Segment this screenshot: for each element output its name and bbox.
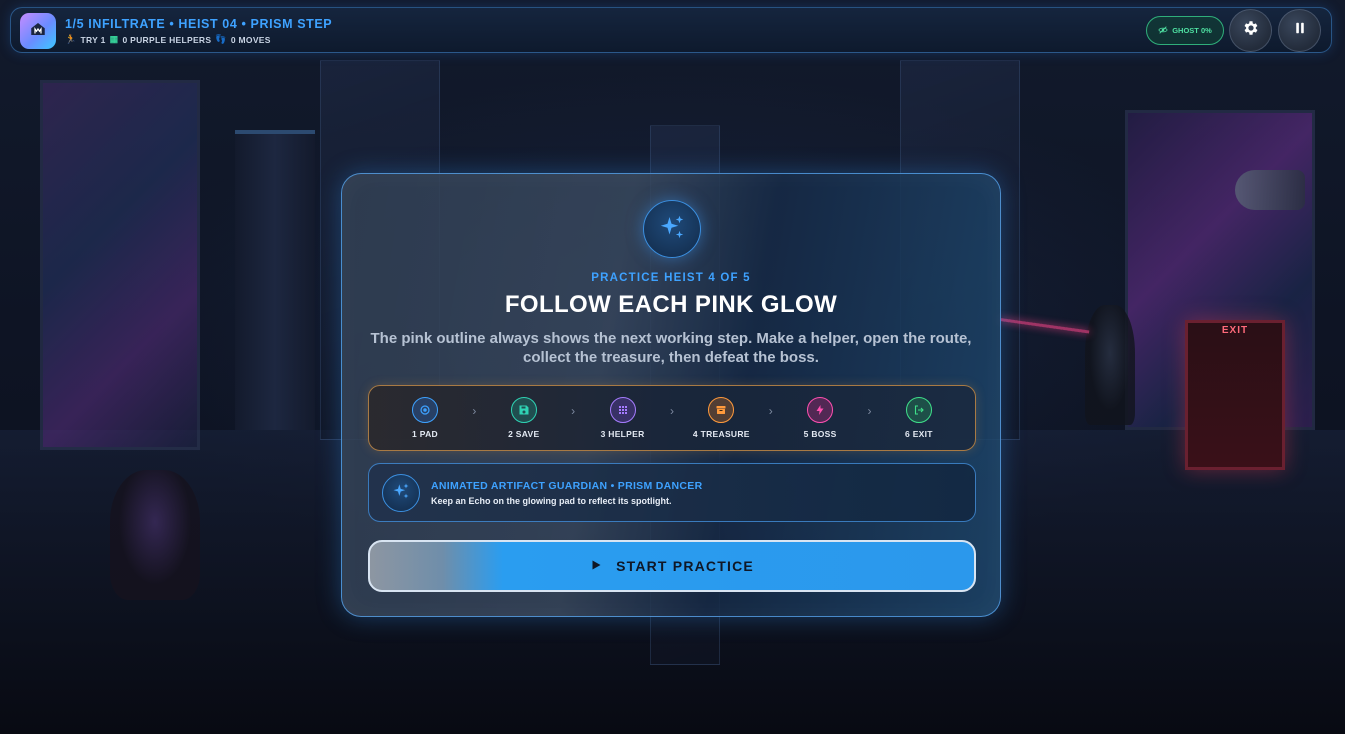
gear-icon [1242, 19, 1260, 42]
step-label: 3 HELPER [600, 429, 645, 439]
left-pillar [235, 130, 315, 430]
dialog-description: The pink outline always shows the next w… [370, 330, 972, 366]
top-hud-bar: 1/5 INFILTRATE • HEIST 04 • PRISM STEP 🏃… [10, 7, 1332, 53]
guardian-badge [382, 474, 420, 512]
start-practice-label: START PRACTICE [616, 558, 754, 574]
step-helper: 3 HELPER [589, 397, 657, 439]
chevron-right-icon: › [768, 404, 773, 418]
start-practice-button[interactable]: START PRACTICE [368, 540, 976, 592]
helpers-counter: 0 PURPLE HELPERS [122, 34, 212, 45]
guard-silhouette [1085, 305, 1135, 425]
step-pad: 1 PAD [391, 397, 459, 439]
guardian-info-card: ANIMATED ARTIFACT GUARDIAN • PRISM DANCE… [368, 463, 976, 522]
sparkles-icon [391, 481, 411, 506]
step-label: 1 PAD [412, 429, 438, 439]
practice-dialog: PRACTICE HEIST 4 OF 5 FOLLOW EACH PINK G… [341, 173, 1001, 617]
home-button[interactable] [20, 13, 56, 49]
chevron-right-icon: › [472, 404, 477, 418]
eye-off-icon [1158, 25, 1168, 37]
dialog-title: FOLLOW EACH PINK GLOW [504, 291, 838, 318]
sparkles-badge [643, 200, 701, 258]
bolt-icon [807, 397, 834, 423]
pause-button[interactable] [1278, 9, 1321, 52]
moves-counter: 0 MOVES [230, 34, 271, 45]
guardian-title: ANIMATED ARTIFACT GUARDIAN • PRISM DANCE… [431, 480, 703, 492]
left-painting [40, 80, 200, 450]
helper-grid-icon [609, 397, 636, 423]
moves-icon: 👣 [215, 34, 227, 44]
step-label: 6 EXIT [905, 429, 933, 439]
step-exit: 6 EXIT [885, 397, 953, 439]
step-label: 4 TREASURE [692, 429, 750, 439]
step-label: 2 SAVE [508, 429, 540, 439]
step-label: 5 BOSS [803, 429, 837, 439]
settings-button[interactable] [1229, 9, 1272, 52]
try-counter: TRY 1 [80, 34, 106, 45]
save-icon [510, 397, 537, 423]
security-camera [1235, 170, 1305, 210]
dialog-kicker: PRACTICE HEIST 4 OF 5 [591, 272, 751, 284]
exit-icon [905, 397, 932, 423]
step-boss: 5 BOSS [786, 397, 854, 439]
helpers-icon: ▦ [109, 34, 119, 44]
step-treasure: 4 TREASURE [687, 397, 755, 439]
ghost-meter-badge[interactable]: GHOST 0% [1146, 16, 1224, 45]
chevron-right-icon: › [669, 404, 674, 418]
ghost-meter-label: GHOST 0% [1172, 26, 1212, 35]
pause-icon [1291, 19, 1309, 42]
treasure-icon [708, 397, 735, 423]
level-stats: 🏃 TRY 1 ▦ 0 PURPLE HELPERS 👣 0 MOVES [65, 34, 271, 45]
step-sequence: 1 PAD › 2 SAVE › 3 HELPER › 4 TREASURE › [368, 385, 976, 451]
step-save: 2 SAVE [490, 397, 558, 439]
runner-icon: 🏃 [65, 34, 77, 44]
sparkles-icon [657, 212, 687, 247]
home-icon [29, 20, 47, 43]
chevron-right-icon: › [867, 404, 872, 418]
pad-icon [412, 397, 438, 423]
exit-sign: EXIT [1221, 325, 1249, 336]
thief-silhouette [110, 470, 200, 600]
play-icon [590, 558, 602, 574]
chevron-right-icon: › [571, 404, 576, 418]
exit-door: EXIT [1185, 320, 1285, 470]
guardian-hint: Keep an Echo on the glowing pad to refle… [431, 496, 672, 506]
level-title: 1/5 INFILTRATE • HEIST 04 • PRISM STEP [65, 17, 333, 31]
